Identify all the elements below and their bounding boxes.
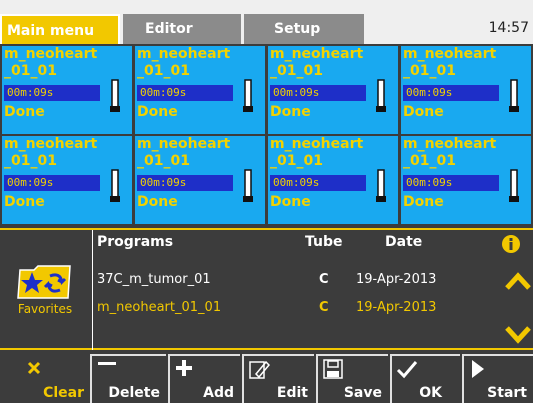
- tile-name: m_neoheart _01_01: [403, 46, 497, 79]
- tube-icon: [110, 79, 120, 112]
- ok-button[interactable]: OK: [390, 354, 460, 403]
- tube-icon: [509, 169, 519, 202]
- clear-label: Clear: [43, 385, 84, 401]
- tile-status: Done: [4, 194, 45, 210]
- delete-button[interactable]: Delete: [90, 354, 166, 403]
- start-button[interactable]: Start: [462, 354, 533, 403]
- favorites-button[interactable]: Favorites: [0, 262, 90, 322]
- bottom-toolbar: Clear Delete Add Edit Save OK Start: [0, 350, 533, 403]
- program-tile[interactable]: m_neoheart _01_01 00m:09s Done: [135, 46, 265, 134]
- tile-timer: 00m:09s: [137, 85, 233, 101]
- tile-timer: 00m:09s: [270, 85, 366, 101]
- chevron-down-icon[interactable]: [505, 326, 531, 344]
- tile-name: m_neoheart _01_01: [137, 46, 231, 79]
- delete-label: Delete: [108, 385, 160, 401]
- edit-button[interactable]: Edit: [242, 354, 314, 403]
- tile-status: Done: [137, 194, 178, 210]
- info-icon[interactable]: [501, 234, 521, 254]
- start-label: Start: [487, 385, 527, 401]
- program-list-panel: Favorites Programs Tube Date 37C_m_tumor…: [0, 228, 533, 350]
- favorites-folder-icon: [17, 265, 71, 299]
- table-row-selected[interactable]: m_neoheart_01_01 C 19-Apr-2013: [93, 296, 493, 320]
- close-icon: [27, 361, 41, 375]
- program-tile[interactable]: m_neoheart _01_01 00m:09s Done: [268, 46, 398, 134]
- edit-icon: [249, 360, 270, 379]
- tile-name: m_neoheart _01_01: [270, 46, 364, 79]
- program-tile[interactable]: m_neoheart _01_01 00m:09s Done: [268, 136, 398, 224]
- tab-setup[interactable]: Setup: [244, 14, 364, 44]
- tile-timer: 00m:09s: [270, 175, 366, 191]
- program-tile[interactable]: m_neoheart _01_01 00m:09s Done: [401, 136, 531, 224]
- tube-icon: [509, 79, 519, 112]
- tube-icon: [110, 169, 120, 202]
- tile-timer: 00m:09s: [403, 175, 499, 191]
- tile-timer: 00m:09s: [4, 85, 100, 101]
- program-date: 19-Apr-2013: [356, 272, 437, 287]
- tile-timer: 00m:09s: [4, 175, 100, 191]
- add-button[interactable]: Add: [168, 354, 240, 403]
- program-tube: C: [319, 272, 329, 287]
- column-header-programs: Programs: [97, 234, 174, 250]
- clear-button[interactable]: Clear: [0, 354, 88, 403]
- minus-icon: [98, 362, 116, 365]
- program-name: 37C_m_tumor_01: [97, 272, 211, 287]
- clock: 14:57: [488, 20, 529, 36]
- save-button[interactable]: Save: [316, 354, 388, 403]
- program-tile[interactable]: m_neoheart _01_01 00m:09s Done: [135, 136, 265, 224]
- tube-icon: [243, 79, 253, 112]
- app-window: Main menu Editor Setup 14:57 m_neoheart _…: [0, 0, 533, 403]
- program-tube: C: [319, 300, 329, 315]
- program-list: Programs Tube Date 37C_m_tumor_01 C 19-A…: [92, 230, 533, 350]
- tube-icon: [376, 169, 386, 202]
- favorites-label: Favorites: [17, 302, 73, 316]
- program-date: 19-Apr-2013: [356, 300, 437, 315]
- tab-main-menu[interactable]: Main menu: [0, 14, 120, 44]
- add-label: Add: [203, 385, 234, 401]
- tile-status: Done: [403, 194, 444, 210]
- tile-status: Done: [270, 104, 311, 120]
- tube-icon: [376, 79, 386, 112]
- tile-status: Done: [4, 104, 45, 120]
- tile-status: Done: [270, 194, 311, 210]
- floppy-disk-icon: [323, 359, 343, 379]
- ok-label: OK: [419, 385, 442, 401]
- tile-status: Done: [403, 104, 444, 120]
- program-tile[interactable]: m_neoheart _01_01 00m:09s Done: [2, 136, 132, 224]
- top-bar: Main menu Editor Setup 14:57: [0, 0, 533, 44]
- program-tiles: m_neoheart _01_01 00m:09s Done m_neoheart…: [0, 46, 533, 226]
- tile-timer: 00m:09s: [403, 85, 499, 101]
- tile-name: m_neoheart _01_01: [270, 136, 364, 169]
- column-header-tube: Tube: [305, 234, 343, 250]
- program-tile[interactable]: m_neoheart _01_01 00m:09s Done: [401, 46, 531, 134]
- program-tile[interactable]: m_neoheart _01_01 00m:09s Done: [2, 46, 132, 134]
- plus-icon: [176, 360, 192, 376]
- program-name: m_neoheart_01_01: [97, 300, 222, 315]
- checkmark-icon: [396, 361, 418, 379]
- play-icon: [472, 360, 484, 378]
- tile-name: m_neoheart _01_01: [137, 136, 231, 169]
- tile-status: Done: [137, 104, 178, 120]
- tile-name: m_neoheart _01_01: [403, 136, 497, 169]
- save-label: Save: [343, 385, 382, 401]
- tile-name: m_neoheart _01_01: [4, 46, 98, 79]
- tile-name: m_neoheart _01_01: [4, 136, 98, 169]
- tab-editor[interactable]: Editor: [123, 14, 241, 44]
- edit-label: Edit: [276, 385, 308, 401]
- column-header-date: Date: [385, 234, 423, 250]
- table-row[interactable]: 37C_m_tumor_01 C 19-Apr-2013: [93, 268, 493, 292]
- chevron-up-icon[interactable]: [505, 272, 531, 290]
- tube-icon: [243, 169, 253, 202]
- tile-timer: 00m:09s: [137, 175, 233, 191]
